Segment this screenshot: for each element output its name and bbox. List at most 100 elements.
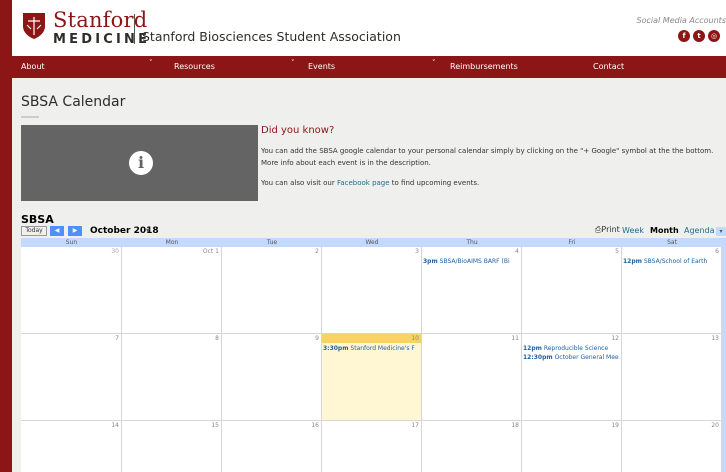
- day-number[interactable]: 6: [715, 248, 719, 255]
- calendar-day-cell[interactable]: 4 3pm SBSA/BioAIMS BARF (Bi: [422, 247, 522, 334]
- month-dropdown-icon[interactable]: ▾: [146, 226, 150, 235]
- calendar-event[interactable]: 3:30pm Stanford Medicine's F: [323, 345, 420, 353]
- prev-month-button[interactable]: ◀: [50, 226, 64, 236]
- calendar-day-cell[interactable]: 13: [622, 334, 722, 421]
- social-icons: f t ◎: [678, 30, 720, 42]
- chevron-down-icon[interactable]: ˅: [291, 59, 295, 67]
- calendar-day-cell[interactable]: 14: [21, 421, 122, 472]
- logo-subtitle[interactable]: MEDICINE: [53, 32, 150, 47]
- calendar-day-cell[interactable]: 3: [322, 247, 422, 334]
- day-number[interactable]: 30: [111, 248, 119, 255]
- dow-label: Tue: [266, 239, 278, 246]
- day-number[interactable]: 11: [511, 335, 519, 342]
- site-header: Stanford MEDICINE Stanford Biosciences S…: [12, 0, 726, 56]
- day-number[interactable]: 15: [211, 422, 219, 429]
- calendar-day-cell[interactable]: 2: [222, 247, 322, 334]
- next-month-button[interactable]: ▶: [68, 226, 82, 236]
- chevron-down-icon[interactable]: ˅: [432, 59, 436, 67]
- day-number[interactable]: 8: [215, 335, 219, 342]
- main-nav: About ˅ Resources ˅ Events ˅ Reimburseme…: [12, 56, 726, 78]
- tab-week[interactable]: Week: [622, 226, 644, 235]
- day-number[interactable]: 12: [611, 335, 619, 342]
- did-you-know-text: You can add the SBSA google calendar to …: [261, 147, 714, 155]
- calendar-day-cell[interactable]: 5: [522, 247, 622, 334]
- page-title: SBSA Calendar: [21, 94, 126, 110]
- event-time: 3pm: [423, 258, 438, 265]
- did-you-know-text: More info about each event is in the des…: [261, 159, 431, 167]
- tab-agenda[interactable]: Agenda: [684, 226, 715, 235]
- did-you-know-heading: Did you know?: [261, 125, 335, 136]
- event-title: Stanford Medicine's F: [350, 345, 415, 352]
- logo-divider: [134, 14, 135, 44]
- calendar-day-cell[interactable]: 18: [422, 421, 522, 472]
- day-number[interactable]: 10: [411, 335, 419, 342]
- event-time: 12pm: [523, 345, 542, 352]
- stanford-shield-icon[interactable]: [22, 12, 46, 40]
- calendar-day-cell[interactable]: 20: [622, 421, 722, 472]
- event-time: 3:30pm: [323, 345, 349, 352]
- print-button[interactable]: ⎙Print: [595, 225, 620, 235]
- dow-label: Sun: [65, 239, 78, 246]
- calendar-day-cell[interactable]: 8: [122, 334, 222, 421]
- facebook-icon[interactable]: f: [678, 30, 690, 42]
- calendar-event[interactable]: 12pm Reproducible Science: [523, 345, 620, 353]
- calendar-day-cell[interactable]: 17: [322, 421, 422, 472]
- info-banner: i: [21, 125, 258, 201]
- day-number[interactable]: 7: [115, 335, 119, 342]
- calendar-title: SBSA: [21, 213, 54, 226]
- calendar-day-cell[interactable]: 9: [222, 334, 322, 421]
- day-number[interactable]: 18: [511, 422, 519, 429]
- calendar-day-cell[interactable]: 7: [21, 334, 122, 421]
- day-number[interactable]: 16: [311, 422, 319, 429]
- event-time: 12:30pm: [523, 354, 553, 361]
- facebook-note: You can also visit our Facebook page to …: [261, 178, 726, 188]
- facebook-note-pre: You can also visit our: [261, 179, 337, 187]
- agenda-dropdown-icon[interactable]: ▾: [716, 227, 726, 236]
- dow-label: Mon: [165, 239, 179, 246]
- day-number[interactable]: 4: [515, 248, 519, 255]
- calendar-day-cell[interactable]: 15: [122, 421, 222, 472]
- dow-label: Fri: [568, 239, 576, 246]
- calendar-day-cell[interactable]: 30: [21, 247, 122, 334]
- nav-item-reimbursements[interactable]: Reimbursements: [450, 56, 518, 78]
- calendar-day-cell[interactable]: 16: [222, 421, 322, 472]
- today-button[interactable]: Today: [21, 226, 47, 236]
- day-number[interactable]: 13: [711, 335, 719, 342]
- today-highlight: [322, 334, 421, 343]
- event-title: Reproducible Science: [543, 345, 609, 352]
- day-number[interactable]: 5: [615, 248, 619, 255]
- calendar-event[interactable]: 12:30pm October General Mee: [523, 354, 620, 362]
- day-number[interactable]: 20: [711, 422, 719, 429]
- day-number[interactable]: 19: [611, 422, 619, 429]
- calendar-day-cell[interactable]: 11: [422, 334, 522, 421]
- nav-item-about[interactable]: About: [21, 56, 45, 78]
- calendar-event[interactable]: 12pm SBSA/School of Earth: [623, 258, 720, 266]
- nav-item-events[interactable]: Events: [308, 56, 335, 78]
- social-media-label: Social Media Accounts: [636, 16, 726, 25]
- day-number[interactable]: Oct 1: [203, 248, 219, 255]
- calendar-day-cell[interactable]: Oct 1: [122, 247, 222, 334]
- event-title: SBSA/BioAIMS BARF (Bi: [439, 258, 510, 265]
- event-title: October General Mee: [554, 354, 619, 361]
- twitter-icon[interactable]: t: [693, 30, 705, 42]
- day-number[interactable]: 9: [315, 335, 319, 342]
- calendar-day-cell[interactable]: 19: [522, 421, 622, 472]
- info-icon: i: [129, 151, 153, 175]
- day-number[interactable]: 14: [111, 422, 119, 429]
- calendar-day-cell[interactable]: 12 12pm Reproducible Science 12:30pm Octob…: [522, 334, 622, 421]
- day-number[interactable]: 2: [315, 248, 319, 255]
- tab-month[interactable]: Month: [650, 226, 679, 235]
- day-number[interactable]: 17: [411, 422, 419, 429]
- calendar-day-cell[interactable]: 6 12pm SBSA/School of Earth: [622, 247, 722, 334]
- calendar-event[interactable]: 3pm SBSA/BioAIMS BARF (Bi: [423, 258, 520, 266]
- dow-label: Thu: [466, 239, 478, 246]
- page: Stanford MEDICINE Stanford Biosciences S…: [12, 0, 726, 472]
- instagram-icon[interactable]: ◎: [708, 30, 720, 42]
- nav-item-contact[interactable]: Contact: [593, 56, 624, 78]
- facebook-page-link[interactable]: Facebook page: [337, 179, 390, 187]
- chevron-down-icon[interactable]: ˅: [149, 59, 153, 67]
- day-number[interactable]: 3: [415, 248, 419, 255]
- nav-item-resources[interactable]: Resources: [174, 56, 215, 78]
- site-title[interactable]: Stanford Biosciences Student Association: [142, 29, 401, 44]
- calendar-day-cell[interactable]: 10 3:30pm Stanford Medicine's F: [322, 334, 422, 421]
